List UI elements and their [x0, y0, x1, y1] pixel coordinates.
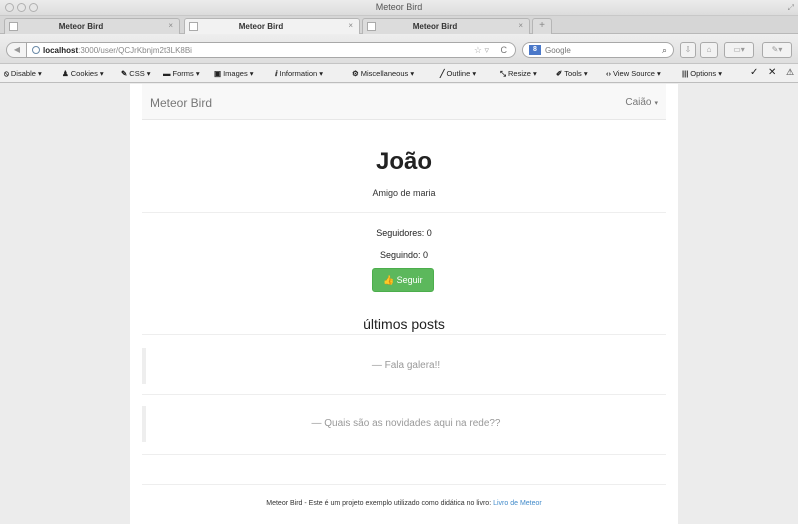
options-label: Options ▾: [690, 69, 722, 78]
fullscreen-icon[interactable]: ⤢: [788, 3, 794, 13]
divider: [142, 212, 666, 213]
information-icon: ⅈ: [275, 69, 278, 78]
home-button[interactable]: ⌂: [700, 42, 718, 58]
images-menu[interactable]: ▣ Images ▾: [214, 69, 254, 78]
tab-close-icon[interactable]: ×: [168, 21, 173, 30]
google-logo-icon[interactable]: 8: [529, 45, 541, 55]
site-navbar: Meteor Bird Caião ▾: [142, 84, 666, 120]
divider: [142, 454, 666, 455]
posts-heading: últimos posts: [363, 316, 445, 332]
url-path: :3000/user/QCJrKbnjm2t3LK8Bi: [78, 46, 192, 55]
tab-close-icon[interactable]: ×: [518, 21, 523, 30]
bookmarks-button[interactable]: ▭▾: [724, 42, 754, 58]
pencil-icon: ╱: [440, 69, 445, 78]
images-label: Images ▾: [223, 69, 254, 78]
browser-toolbar: ◀ localhost:3000/user/QCJrKbnjm2t3LK8Bi …: [0, 34, 798, 64]
options-icon: |||: [682, 69, 689, 78]
information-menu[interactable]: ⅈ Information ▾: [275, 69, 323, 78]
view-source-menu[interactable]: ‹› View Source ▾: [606, 69, 661, 78]
divider: [142, 334, 666, 335]
disable-label: Disable ▾: [10, 69, 42, 78]
resize-icon: ⤡: [500, 69, 506, 78]
user-dropdown[interactable]: Caião ▾: [625, 97, 658, 108]
tab-label: Meteor Bird: [58, 22, 104, 31]
information-label: Information ▾: [279, 69, 324, 78]
disable-menu[interactable]: ⦸ Disable ▾: [4, 69, 42, 79]
forms-menu[interactable]: ▬ Forms ▾: [163, 69, 200, 78]
post-text: — Fala galera!!: [371, 360, 441, 371]
developer-toolbar: ⦸ Disable ▾ ♟ Cookies ▾ ✎ CSS ▾ ▬ Forms ▾ ▣ I…: [0, 64, 798, 83]
profile-name: João: [375, 148, 432, 175]
css-icon: ✎: [121, 69, 128, 78]
browser-viewport: Meteor Bird Caião ▾ João Amigo de maria S…: [0, 84, 798, 524]
gear-icon: ⚙: [352, 69, 359, 78]
post-item: — Fala galera!!: [142, 348, 666, 384]
follow-button[interactable]: 👍 Seguir: [372, 268, 434, 292]
footer-text: Meteor Bird - Este é um projeto exemplo …: [266, 500, 494, 507]
reload-icon[interactable]: C: [501, 45, 508, 55]
cookie-icon: ♟: [62, 69, 69, 78]
view-source-label: View Source ▾: [613, 69, 661, 78]
footer-divider: [142, 484, 666, 485]
miscellaneous-menu[interactable]: ⚙ Miscellaneous ▾: [352, 69, 414, 78]
search-bar[interactable]: 8 Google ⌕: [522, 42, 674, 58]
resize-label: Resize ▾: [508, 69, 537, 78]
css-menu[interactable]: ✎ CSS ▾: [121, 69, 151, 78]
miscellaneous-label: Miscellaneous ▾: [360, 69, 415, 78]
resize-menu[interactable]: ⤡ Resize ▾: [500, 69, 537, 79]
tools-menu[interactable]: ✐ Tools ▾: [556, 69, 588, 78]
tools-icon: ✐: [556, 69, 563, 78]
outline-menu[interactable]: ╱ Outline ▾: [440, 69, 476, 78]
tab-label: Meteor Bird: [412, 22, 458, 31]
disable-icon: ⦸: [4, 69, 9, 78]
thumbs-up-icon: 👍: [383, 275, 395, 285]
window-title: Meteor Bird: [375, 2, 423, 12]
footer: Meteor Bird - Este é um projeto exemplo …: [130, 500, 678, 507]
extensions-button[interactable]: ✎▾: [762, 42, 792, 58]
forms-icon: ▬: [163, 69, 171, 78]
tab-1[interactable]: Meteor Bird ×: [4, 18, 180, 34]
footer-book-link[interactable]: Livro de Meteor: [493, 500, 542, 507]
address-bar[interactable]: localhost:3000/user/QCJrKbnjm2t3LK8Bi ☆ …: [26, 42, 516, 58]
url-host: localhost: [43, 46, 79, 55]
cookies-menu[interactable]: ♟ Cookies ▾: [62, 69, 104, 78]
close-toolbar-icon[interactable]: ✕: [768, 67, 776, 78]
following-count: Seguindo: 0: [379, 250, 429, 260]
search-placeholder: Google: [545, 46, 571, 55]
url-text: localhost:3000/user/QCJrKbnjm2t3LK8Bi: [43, 46, 192, 55]
follow-button-label: Seguir: [396, 275, 423, 285]
tab-3[interactable]: Meteor Bird ×: [362, 18, 530, 34]
options-menu[interactable]: ||| Options ▾: [682, 69, 722, 78]
tools-label: Tools ▾: [564, 69, 588, 78]
search-icon[interactable]: ⌕: [662, 45, 667, 56]
followers-count: Seguidores: 0: [376, 228, 432, 238]
warning-icon[interactable]: ⚠: [786, 67, 794, 78]
new-tab-button[interactable]: +: [532, 18, 552, 34]
bookmark-star-icon[interactable]: ☆ ▿: [474, 45, 489, 56]
divider: [142, 394, 666, 395]
globe-icon: [32, 46, 40, 54]
post-item: — Quais são as novidades aqui na rede??: [142, 406, 666, 442]
forms-label: Forms ▾: [172, 69, 200, 78]
images-icon: ▣: [214, 69, 222, 78]
tab-2[interactable]: Meteor Bird ×: [184, 18, 360, 34]
caret-down-icon: ▾: [654, 100, 658, 107]
user-name: Caião: [625, 97, 652, 108]
cookies-label: Cookies ▾: [70, 69, 104, 78]
validate-check-icon[interactable]: ✓: [750, 67, 758, 78]
back-button[interactable]: ◀: [6, 42, 28, 58]
post-text: — Quais são as novidades aqui na rede??: [311, 418, 501, 429]
tab-close-icon[interactable]: ×: [348, 21, 353, 30]
outline-label: Outline ▾: [446, 69, 477, 78]
site-brand-link[interactable]: Meteor Bird: [150, 96, 212, 110]
tab-label: Meteor Bird: [238, 22, 284, 31]
page-container: Meteor Bird Caião ▾ João Amigo de maria S…: [130, 84, 678, 524]
window-titlebar: Meteor Bird ⤢: [0, 0, 798, 16]
download-button[interactable]: ⇩: [680, 42, 696, 58]
css-label: CSS ▾: [129, 69, 151, 78]
code-icon: ‹›: [606, 69, 611, 78]
profile-description: Amigo de maria: [372, 188, 436, 198]
tab-bar: Meteor Bird × Meteor Bird × Meteor Bird …: [0, 16, 798, 34]
